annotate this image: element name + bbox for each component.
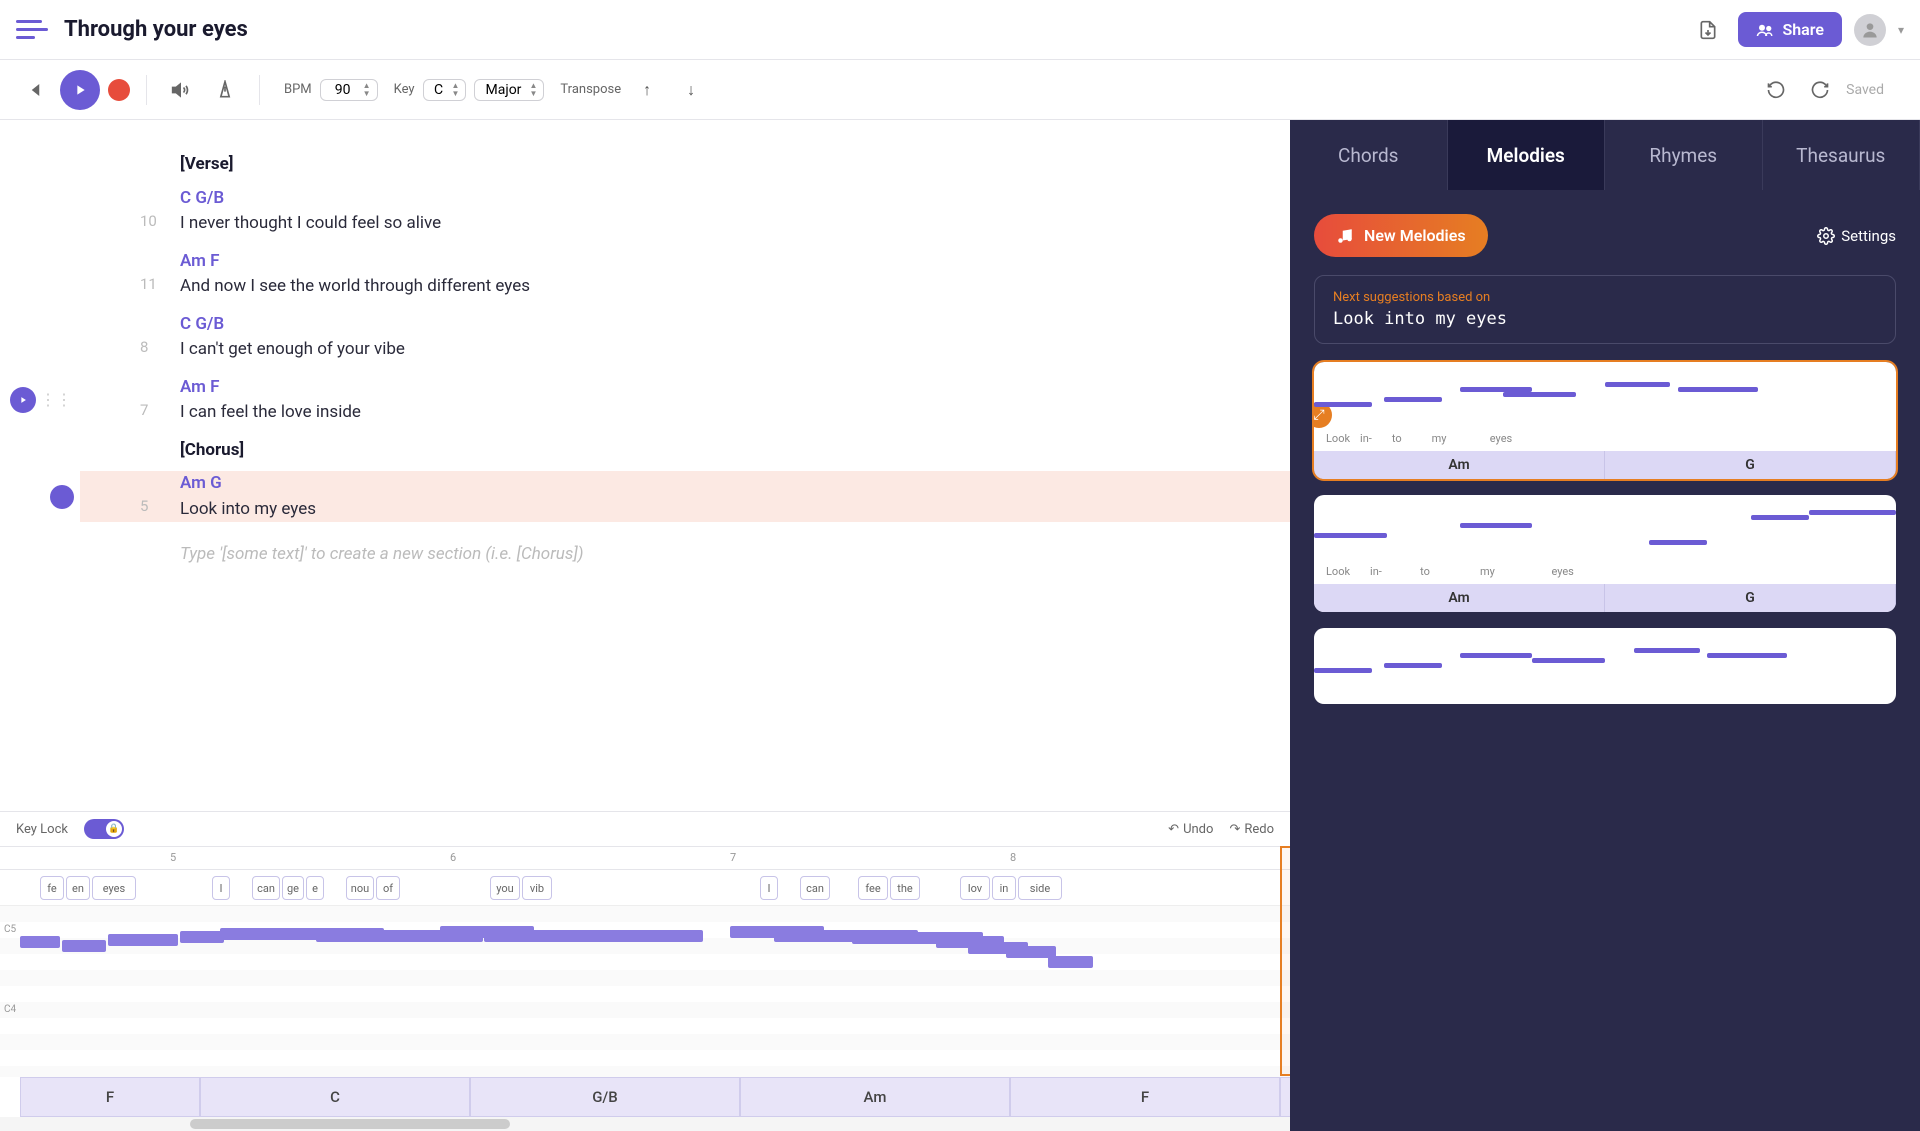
chord-cell[interactable]: Am [740,1077,1010,1117]
chord-cell[interactable]: C [200,1077,470,1117]
transpose-down-icon[interactable]: ↓ [673,72,709,108]
syllable[interactable]: fe [40,876,64,900]
play-button[interactable] [60,70,100,110]
horizontal-scrollbar[interactable] [0,1117,1290,1131]
syllable[interactable]: fee [858,876,888,900]
note[interactable] [62,940,106,952]
lyric-line[interactable]: 7Am FI can feel the love inside⋮⋮ [80,375,1290,426]
lyrics-editor[interactable]: [Verse] 10C G/BI never thought I could fe… [0,120,1290,811]
tab-chords[interactable]: Chords [1290,120,1448,190]
key-label: Key [394,82,415,97]
metronome-icon[interactable] [207,72,243,108]
chord-cell[interactable]: F [1010,1077,1280,1117]
redo-icon[interactable] [1802,72,1838,108]
syllable[interactable]: en [66,876,90,900]
syllable[interactable]: nou [346,876,374,900]
transpose-up-icon[interactable]: ↑ [629,72,665,108]
note[interactable] [1048,956,1093,968]
lyric-line[interactable]: 5Am GLook into my eyes [80,471,1290,522]
avatar[interactable] [1854,14,1886,46]
syllable-row[interactable]: feeneyesIcangeenouofyouvibIcanfeethelovi… [0,870,1290,906]
syllable[interactable]: eyes [92,876,136,900]
undo-icon[interactable] [1758,72,1794,108]
bpm-input[interactable]: ▲▼ [320,79,378,101]
record-button[interactable] [108,79,130,101]
settings-button[interactable]: Settings [1817,227,1896,245]
download-icon[interactable] [1690,12,1726,48]
key-lock-label: Key Lock [16,822,68,837]
tab-thesaurus[interactable]: Thesaurus [1763,120,1920,190]
note[interactable] [588,930,703,942]
skip-back-icon[interactable] [16,72,52,108]
syllable[interactable]: ge [282,876,304,900]
share-button[interactable]: Share [1738,12,1842,47]
based-on-box: Next suggestions based on Look into my e… [1314,275,1896,344]
chord-cell[interactable]: G/B [470,1077,740,1117]
syllable[interactable]: I [760,876,778,900]
chord-cell[interactable]: Am [1280,1077,1290,1117]
key-lock-toggle[interactable]: 🔒 [84,819,124,839]
syllable[interactable]: you [490,876,520,900]
melody-card[interactable]: ⤢Lookin-tomyeyesAmG [1314,362,1896,479]
bpm-label: BPM [284,82,312,97]
lyric-line[interactable]: 8C G/BI can't get enough of your vibe [80,312,1290,363]
lyric-line[interactable]: 10C G/BI never thought I could feel so a… [80,186,1290,237]
key-select[interactable]: ▲▼ [423,79,467,101]
melody-card[interactable]: Lookin-tomyeyesAmG [1314,495,1896,612]
piano-roll[interactable]: C5C4 [0,906,1290,1077]
syllable[interactable]: side [1018,876,1062,900]
menu-icon[interactable] [16,14,48,46]
section-label: [Verse] [180,152,1290,178]
section-label: [Chorus] [180,438,1290,464]
syllable[interactable]: lov [960,876,990,900]
syllable[interactable]: the [890,876,920,900]
syllable[interactable]: can [800,876,830,900]
melody-card[interactable] [1314,628,1896,704]
drag-icon[interactable]: ⋮⋮ [40,388,72,412]
new-melodies-button[interactable]: New Melodies [1314,214,1488,257]
transpose-label: Transpose [560,82,621,97]
syllable[interactable]: I [212,876,230,900]
note[interactable] [20,936,60,948]
chord-track[interactable]: FCG/BAmFAmG [0,1077,1290,1117]
volume-icon[interactable] [163,72,199,108]
track-redo-button[interactable]: ↷ Redo [1229,822,1274,837]
track-undo-button[interactable]: ↶ Undo [1168,822,1213,837]
syllable[interactable]: e [306,876,324,900]
save-status: Saved [1846,82,1884,98]
song-title: Through your eyes [64,17,1690,42]
tab-rhymes[interactable]: Rhymes [1605,120,1763,190]
chevron-down-icon[interactable]: ▾ [1898,23,1904,37]
tab-melodies[interactable]: Melodies [1448,120,1606,190]
play-line-icon[interactable] [10,387,36,413]
syllable[interactable]: vib [522,876,552,900]
syllable[interactable]: can [252,876,280,900]
chord-cell[interactable]: F [20,1077,200,1117]
note[interactable] [180,931,224,943]
new-section-placeholder[interactable]: Type '[some text]' to create a new secti… [180,542,1290,568]
syllable[interactable]: in [992,876,1016,900]
mode-select[interactable]: ▲▼ [474,79,544,101]
lyric-line[interactable]: 11Am FAnd now I see the world through di… [80,249,1290,300]
timeline-ruler[interactable]: 567891011 [0,846,1290,870]
note[interactable] [108,934,178,946]
syllable[interactable]: of [376,876,400,900]
